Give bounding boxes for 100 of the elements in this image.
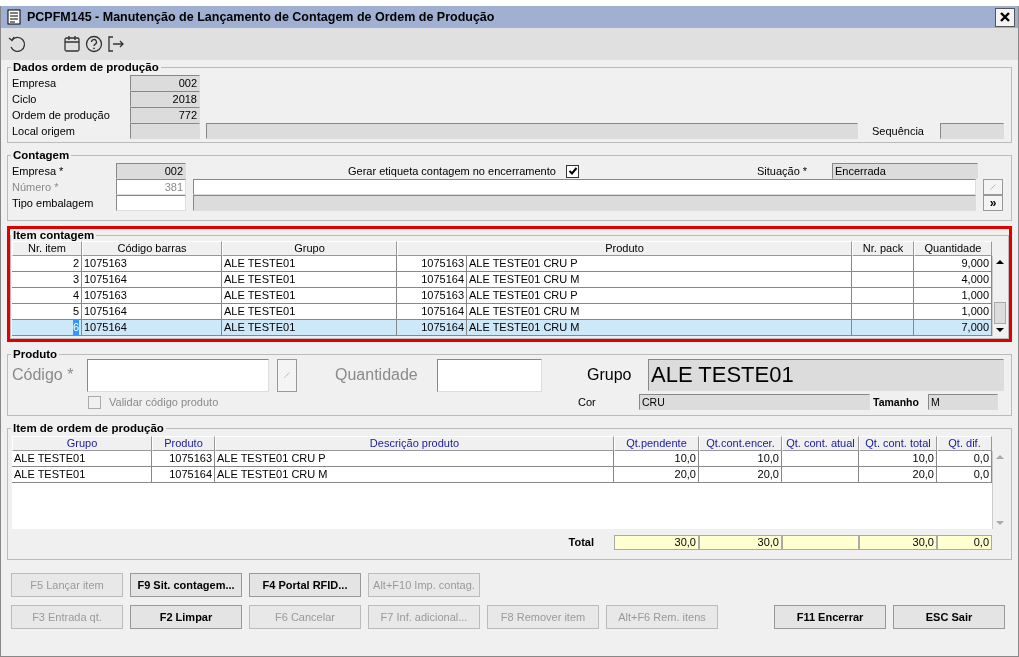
action-button[interactable]: F11 Encerrar	[774, 605, 886, 629]
input-field[interactable]	[193, 195, 976, 211]
input-field[interactable]	[437, 358, 542, 392]
table-row[interactable]: 4 1075163 ALE TESTE01 1075163 ALE TESTE01 CRU P 1,000	[12, 288, 992, 304]
dots-icon[interactable]	[283, 371, 291, 379]
input-field[interactable]: 002	[130, 75, 200, 91]
input-field[interactable]: 002	[116, 163, 186, 179]
column-header[interactable]: Qt. cont. total	[859, 436, 937, 451]
input-field[interactable]: 772	[130, 107, 200, 123]
checkbox[interactable]	[566, 164, 579, 178]
input-field[interactable]	[130, 123, 200, 139]
table-cell: ALE TESTE01 CRU P	[467, 288, 852, 304]
input-field[interactable]: CRU	[639, 394, 870, 410]
action-button[interactable]: F2 Limpar	[130, 605, 242, 629]
input-field[interactable]: Encerrada	[832, 163, 978, 179]
table-cell: 1075164	[82, 320, 222, 336]
input-field[interactable]	[206, 123, 858, 139]
checkbox-label: Gerar etiqueta contagem no encerramento	[348, 165, 557, 177]
input-field[interactable]: 381	[116, 179, 186, 195]
input-field[interactable]: 2018	[130, 91, 200, 107]
table-cell: 20,0	[859, 467, 937, 483]
column-header[interactable]: Grupo	[12, 436, 152, 451]
table-cell: ALE TESTE01	[222, 272, 397, 288]
total-cell: 30,0	[859, 535, 937, 550]
table-cell: 6	[12, 320, 82, 336]
exit-icon[interactable]	[107, 35, 125, 53]
column-header[interactable]: Produto	[397, 241, 852, 256]
table-cell: ALE TESTE01 CRU P	[215, 451, 614, 467]
action-button[interactable]: F9 Sit. contagem...	[130, 573, 242, 597]
table-cell: 2	[12, 256, 82, 272]
table-cell: 1075164	[397, 272, 467, 288]
table-cell: ALE TESTE01	[222, 256, 397, 272]
section-title: Dados ordem de produção	[12, 61, 160, 73]
column-header[interactable]: Nr. item	[12, 241, 82, 256]
field-label: Sequência	[872, 125, 925, 137]
help-icon[interactable]	[85, 35, 103, 53]
total-cell: 0,0	[937, 535, 992, 550]
scroll-up-icon[interactable]	[996, 260, 1004, 264]
table-cell	[852, 288, 914, 304]
scroll-down-icon[interactable]	[996, 328, 1004, 332]
next-button[interactable]: »	[983, 195, 1003, 211]
table-cell: 10,0	[614, 451, 699, 467]
scrollbar[interactable]	[992, 256, 1007, 336]
column-header[interactable]: Nr. pack	[852, 241, 914, 256]
table-row[interactable]: 6 1075164 ALE TESTE01 1075164 ALE TESTE01 CRU M 7,000	[12, 320, 992, 336]
column-header[interactable]: Quantidade	[914, 241, 992, 256]
table-cell: 3	[12, 272, 82, 288]
lookup-button[interactable]	[277, 358, 297, 392]
table-cell	[852, 320, 914, 336]
input-field[interactable]	[116, 195, 186, 211]
column-header[interactable]: Qt.pendente	[614, 436, 699, 451]
lookup-button[interactable]	[983, 179, 1003, 195]
table-cell: ALE TESTE01	[12, 467, 152, 483]
column-header[interactable]: Qt. dif.	[937, 436, 992, 451]
column-header[interactable]: Qt. cont. atual	[782, 436, 859, 451]
total-cell: 30,0	[614, 535, 699, 550]
table-cell: 1075163	[82, 256, 222, 272]
table-row[interactable]: 3 1075164 ALE TESTE01 1075164 ALE TESTE01 CRU M 4,000	[12, 272, 992, 288]
column-header[interactable]: Código barras	[82, 241, 222, 256]
action-button[interactable]: ESC Sair	[893, 605, 1005, 629]
table-cell: ALE TESTE01	[222, 288, 397, 304]
column-header[interactable]: Descrição produto	[215, 436, 614, 451]
table-cell: 1075163	[397, 256, 467, 272]
column-header[interactable]: Produto	[152, 436, 215, 451]
calendar-icon[interactable]	[63, 35, 81, 53]
scroll-thumb[interactable]	[994, 302, 1006, 324]
input-field[interactable]	[940, 123, 1004, 139]
table-cell: 1075164	[397, 320, 467, 336]
input-field[interactable]	[193, 179, 976, 195]
section-title: Item de ordem de produção	[12, 422, 165, 434]
column-header[interactable]: Qt.cont.encer.	[699, 436, 782, 451]
table-cell: 1075164	[152, 467, 215, 483]
total-label: Total	[567, 535, 595, 550]
field-label: Cor	[578, 396, 597, 408]
document-icon	[7, 9, 21, 25]
input-field[interactable]: ALE TESTE01	[648, 359, 1004, 391]
field-label: Tipo embalagem	[12, 197, 95, 209]
field-label: Local origem	[12, 125, 76, 137]
dots-icon[interactable]	[989, 183, 997, 191]
table-cell: 20,0	[699, 467, 782, 483]
checkbox-label: Validar código produto	[109, 396, 219, 408]
column-header[interactable]: Grupo	[222, 241, 397, 256]
table-cell	[852, 256, 914, 272]
table-cell: 1075163	[82, 288, 222, 304]
table-row[interactable]: 2 1075163 ALE TESTE01 1075163 ALE TESTE01 CRU P 9,000	[12, 256, 992, 272]
table-cell: ALE TESTE01	[12, 451, 152, 467]
section-title: Item contagem	[12, 229, 96, 241]
field-label: Empresa	[12, 77, 58, 89]
section-title: Contagem	[12, 149, 71, 161]
field-label: Tamanho	[872, 396, 920, 408]
table-cell: 1075164	[82, 272, 222, 288]
action-button[interactable]: F4 Portal RFID...	[249, 573, 361, 597]
table-cell: 20,0	[614, 467, 699, 483]
table-cell: 4	[12, 288, 82, 304]
table-cell: ALE TESTE01	[222, 320, 397, 336]
table-cell: ALE TESTE01 CRU M	[467, 272, 852, 288]
input-field[interactable]: M	[928, 394, 998, 410]
field-label: Número *	[12, 181, 60, 193]
undo-icon[interactable]	[7, 34, 27, 54]
input-field[interactable]	[87, 358, 269, 392]
